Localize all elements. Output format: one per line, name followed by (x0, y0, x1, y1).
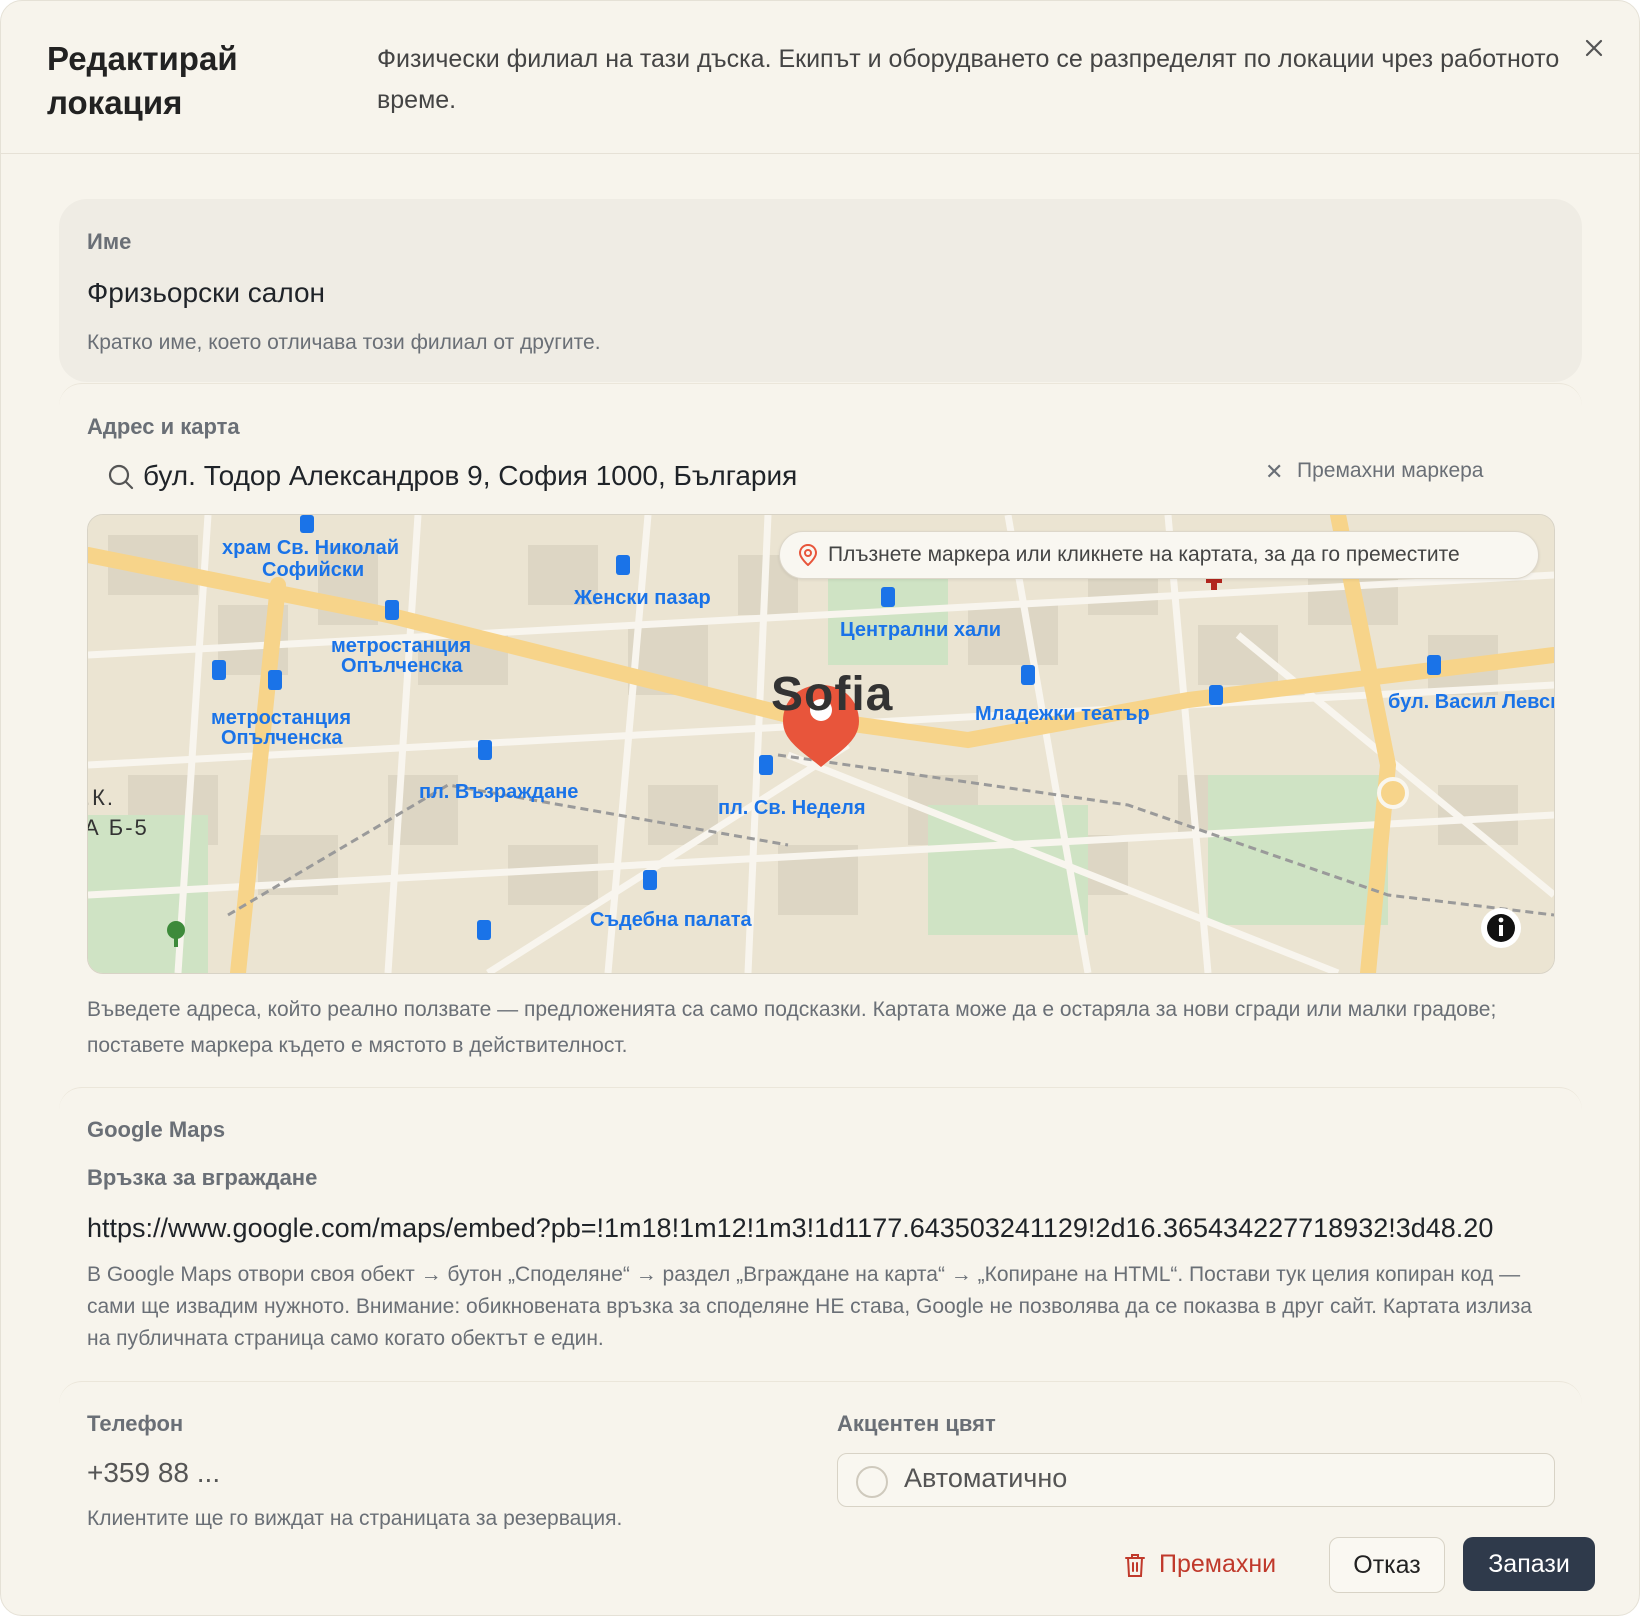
map-city-label: Sofia (771, 668, 894, 721)
map-poi-label: Централни хали (840, 619, 1002, 641)
close-icon (1585, 39, 1603, 57)
trash-icon (1125, 1554, 1145, 1577)
phone-hint: Клиентите ще го виждат на страницата за … (87, 1507, 623, 1529)
section-divider (59, 1087, 1582, 1110)
location-pin-icon (798, 544, 818, 566)
map-poi-label: Софийски (262, 559, 365, 581)
close-icon: ✕ (1265, 459, 1284, 484)
map-poi-label: пл. Възраждане (419, 781, 579, 803)
search-icon (108, 464, 134, 490)
section-divider (59, 383, 1582, 406)
map-poi-label: храм Св. Николай (222, 537, 399, 559)
info-icon[interactable] (1481, 908, 1521, 948)
phone-label: Телефон (87, 1411, 184, 1436)
embed-link-label: Връзка за вграждане (87, 1165, 318, 1190)
name-label: Име (87, 229, 132, 254)
embed-link-input[interactable]: https://www.google.com/maps/embed?pb=!1m… (87, 1213, 1553, 1244)
remove-marker-button[interactable]: ✕ Премахни маркера (1265, 459, 1484, 484)
dialog-header: Редактирай локация Физически филиал на т… (1, 1, 1639, 154)
map-poi-label: Младежки театър (975, 703, 1150, 725)
map-poi-label: Женски пазар (574, 587, 711, 609)
map-poi-label: бул. Васил Левски (1388, 691, 1555, 713)
cancel-button[interactable]: Отказ (1329, 1537, 1445, 1593)
remove-marker-label: Премахни маркера (1297, 459, 1484, 482)
section-divider (59, 1381, 1582, 1404)
address-hint: Въведете адреса, който реално ползвате —… (87, 998, 1497, 1057)
dialog-description: Физически филиал на тази дъска. Екипът и… (377, 45, 1560, 114)
map-area-label: .К. (87, 785, 116, 810)
google-maps-section-label: Google Maps (87, 1117, 226, 1142)
accent-color-select[interactable]: Автоматично (837, 1453, 1555, 1507)
map-area-label: А Б-5 (87, 815, 149, 840)
map-poi-label: Опълченска (341, 655, 463, 677)
color-swatch (856, 1466, 888, 1498)
accent-color-value: Автоматично (904, 1463, 1068, 1493)
remove-button[interactable]: Премахни (1119, 1537, 1303, 1591)
close-button[interactable] (1579, 33, 1609, 63)
accent-color-label: Акцентен цвят (837, 1411, 996, 1436)
map-poi-label: Съдебна палата (590, 909, 752, 931)
map-tip-text: Плъзнете маркера или кликнете на картата… (828, 543, 1460, 566)
map[interactable]: Sofia храм Св. Николай Софийски Женски п… (87, 514, 1555, 974)
map-poi-label: пл. Св. Неделя (718, 797, 866, 819)
embed-link-hint: В Google Maps отвори своя обект → бутон … (87, 1263, 1532, 1350)
map-poi-label: Опълченска (221, 727, 343, 749)
remove-button-label: Премахни (1159, 1550, 1277, 1578)
name-input[interactable]: Фризьорски салон (87, 277, 325, 309)
dialog-title: Редактирай локация (47, 40, 238, 121)
edit-location-dialog: Редактирай локация Физически филиал на т… (0, 0, 1640, 1616)
map-tip: Плъзнете маркера или кликнете на картата… (779, 531, 1539, 579)
save-button[interactable]: Запази (1463, 1537, 1595, 1591)
address-label: Адрес и карта (87, 414, 240, 439)
phone-input[interactable]: +359 88 ... (87, 1457, 220, 1489)
name-hint: Кратко име, което отличава този филиал о… (87, 331, 601, 354)
address-input[interactable]: бул. Тодор Александров 9, София 1000, Бъ… (143, 460, 797, 492)
